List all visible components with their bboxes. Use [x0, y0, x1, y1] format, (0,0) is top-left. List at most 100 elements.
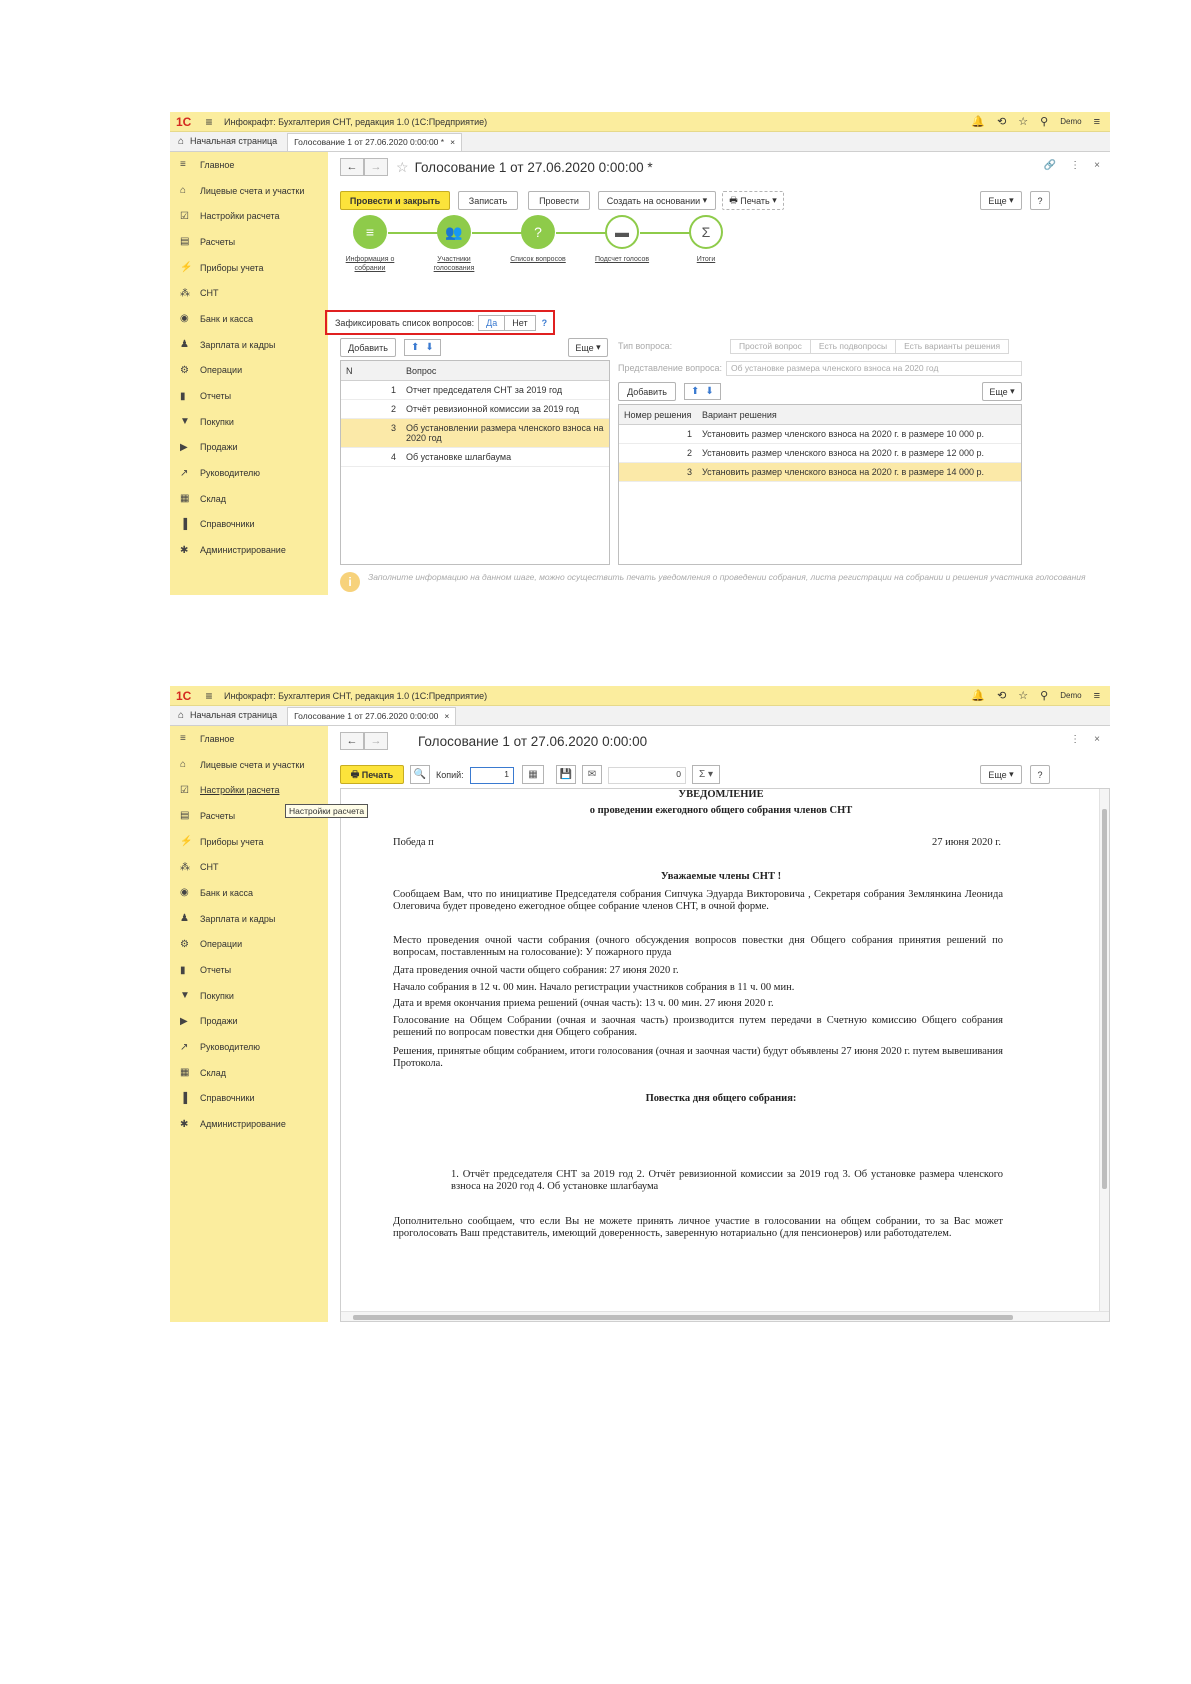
question-repr-field[interactable]: Об установке размера членского взноса на…: [726, 361, 1022, 376]
table-row-selected[interactable]: 3 Об установлении размера членского взнос…: [341, 419, 609, 448]
sidebar-item-operations[interactable]: ⚙ Операции: [170, 358, 328, 384]
sidebar-item-salary[interactable]: ♟ Зарплата и кадры: [170, 332, 328, 358]
send-email-icon[interactable]: ✉: [582, 765, 602, 784]
more-vertical-icon[interactable]: ⋮: [1070, 160, 1080, 171]
arrow-down-icon[interactable]: ⬇: [425, 342, 433, 353]
star-icon[interactable]: ☆: [1018, 689, 1028, 702]
help-button[interactable]: ?: [1030, 765, 1050, 784]
create-based-on-button[interactable]: Создать на основании ▾: [598, 191, 716, 210]
column-header-question[interactable]: Вопрос: [401, 362, 609, 380]
step-meeting-info[interactable]: ≡ Информация о собрании: [340, 215, 400, 273]
bell-icon[interactable]: 🔔: [971, 689, 985, 702]
sidebar-item-calc-settings[interactable]: ☑ Настройки расчета: [170, 777, 328, 803]
sidebar-item-meters[interactable]: ⚡ Приборы учета: [170, 255, 328, 281]
step-questions[interactable]: ? Список вопросов: [508, 215, 568, 264]
help-button[interactable]: ?: [1030, 191, 1050, 210]
sidebar-item-main[interactable]: ≡ Главное: [170, 152, 328, 178]
horizontal-scrollbar[interactable]: [341, 1311, 1109, 1321]
sidebar-item-reports[interactable]: ▮ Отчеты: [170, 957, 328, 983]
settings-menu-icon[interactable]: ≡: [1094, 116, 1100, 128]
column-header-n[interactable]: N: [341, 362, 401, 380]
back-button[interactable]: ←: [340, 158, 364, 176]
sidebar-item-purchases[interactable]: ▼ Покупки: [170, 409, 328, 435]
sidebar-item-snt[interactable]: ⁂ СНТ: [170, 854, 328, 880]
yes-option[interactable]: Да: [479, 315, 506, 330]
preview-icon[interactable]: 🔍: [410, 765, 430, 784]
back-button[interactable]: ←: [340, 732, 364, 750]
arrow-down-icon[interactable]: ⬇: [705, 386, 713, 397]
sidebar-item-warehouse[interactable]: ▦ Склад: [170, 1060, 328, 1086]
table-row-selected[interactable]: 3 Установить размер членского взноса на 2…: [619, 463, 1021, 482]
post-and-close-button[interactable]: Провести и закрыть: [340, 191, 450, 210]
table-row[interactable]: 1 Установить размер членского взноса на 2…: [619, 425, 1021, 444]
column-header-variant[interactable]: Вариант решения: [697, 406, 1021, 424]
favorite-star-icon[interactable]: ☆: [396, 159, 409, 176]
step-vote-count[interactable]: ▬ Подсчет голосов: [592, 215, 652, 264]
save-icon[interactable]: 💾: [556, 765, 576, 784]
forward-button[interactable]: →: [364, 158, 388, 176]
user-name[interactable]: Demo: [1060, 691, 1081, 700]
sidebar-item-manager[interactable]: ↗ Руководителю: [170, 1034, 328, 1060]
tab-home[interactable]: ⌂ Начальная страница: [170, 705, 287, 725]
tab-document[interactable]: Голосование 1 от 27.06.2020 0:00:00 * ×: [287, 133, 463, 151]
help-icon[interactable]: ?: [542, 318, 548, 328]
sidebar-item-reports[interactable]: ▮ Отчеты: [170, 383, 328, 409]
close-tab-icon[interactable]: ×: [450, 137, 455, 151]
user-name[interactable]: Demo: [1060, 117, 1081, 126]
table-row[interactable]: 2 Отчёт ревизионной комиссии за 2019 год: [341, 400, 609, 419]
scroll-thumb[interactable]: [353, 1315, 1013, 1320]
sidebar-item-admin[interactable]: ✱ Администрирование: [170, 1111, 328, 1137]
sidebar-item-catalogs[interactable]: ▐ Справочники: [170, 512, 328, 538]
close-tab-icon[interactable]: ×: [444, 711, 449, 725]
close-icon[interactable]: ×: [1094, 734, 1100, 745]
sidebar-item-purchases[interactable]: ▼ Покупки: [170, 983, 328, 1009]
sidebar-item-catalogs[interactable]: ▐ Справочники: [170, 1086, 328, 1112]
add-question-button[interactable]: Добавить: [340, 338, 396, 357]
table-row[interactable]: 2 Установить размер членского взноса на 2…: [619, 444, 1021, 463]
sidebar-item-meters[interactable]: ⚡ Приборы учета: [170, 829, 328, 855]
table-row[interactable]: 4 Об установке шлагбаума: [341, 448, 609, 467]
table-row[interactable]: 1 Отчет председателя СНТ за 2019 год: [341, 381, 609, 400]
sidebar-item-snt[interactable]: ⁂ СНТ: [170, 280, 328, 306]
print-button[interactable]: 🖶 Печать: [340, 765, 404, 784]
close-icon[interactable]: ×: [1094, 160, 1100, 171]
sidebar-item-bank[interactable]: ◉ Банк и касса: [170, 880, 328, 906]
sidebar-item-sales[interactable]: ▶ Продажи: [170, 435, 328, 461]
type-simple-option[interactable]: Простой вопрос: [731, 340, 811, 353]
arrow-up-icon[interactable]: ⬆: [691, 386, 699, 397]
more-right-button[interactable]: Еще ▾: [982, 382, 1022, 401]
sidebar-item-manager[interactable]: ↗ Руководителю: [170, 460, 328, 486]
menu-icon[interactable]: ≡: [198, 689, 220, 703]
forward-button[interactable]: →: [364, 732, 388, 750]
more-button[interactable]: Еще ▾: [980, 191, 1022, 210]
post-button[interactable]: Провести: [528, 191, 590, 210]
type-variants-option[interactable]: Есть варианты решения: [896, 340, 1008, 353]
sum-field[interactable]: 0: [608, 767, 686, 784]
sidebar-item-operations[interactable]: ⚙ Операции: [170, 932, 328, 958]
menu-icon[interactable]: ≡: [198, 115, 220, 129]
tab-document[interactable]: Голосование 1 от 27.06.2020 0:00:00 ×: [287, 707, 457, 725]
sidebar-item-calculations[interactable]: ▤ Расчеты: [170, 229, 328, 255]
sidebar-item-warehouse[interactable]: ▦ Склад: [170, 486, 328, 512]
sigma-dropdown[interactable]: Σ ▾: [692, 765, 720, 784]
sidebar-item-accounts[interactable]: ⌂ Лицевые счета и участки: [170, 178, 328, 204]
sidebar-item-salary[interactable]: ♟ Зарплата и кадры: [170, 906, 328, 932]
no-option[interactable]: Нет: [505, 316, 534, 330]
write-button[interactable]: Записать: [458, 191, 518, 210]
column-header-number[interactable]: Номер решения: [619, 406, 697, 424]
history-icon[interactable]: ⟲: [997, 115, 1006, 128]
search-icon[interactable]: ⚲: [1040, 115, 1048, 128]
more-button[interactable]: Еще ▾: [980, 765, 1022, 784]
history-icon[interactable]: ⟲: [997, 689, 1006, 702]
add-variant-button[interactable]: Добавить: [618, 382, 676, 401]
spreadsheet-document[interactable]: УВЕДОМЛЕНИЕ о проведении ежегодного обще…: [340, 788, 1110, 1322]
sidebar-item-accounts[interactable]: ⌂ Лицевые счета и участки: [170, 752, 328, 778]
step-results[interactable]: Σ Итоги: [676, 215, 736, 264]
sidebar-item-main[interactable]: ≡ Главное: [170, 726, 328, 752]
more-vertical-icon[interactable]: ⋮: [1070, 734, 1080, 745]
vertical-scrollbar[interactable]: [1099, 789, 1109, 1321]
search-icon[interactable]: ⚲: [1040, 689, 1048, 702]
type-subquestions-option[interactable]: Есть подвопросы: [811, 340, 897, 353]
more-left-button[interactable]: Еще ▾: [568, 338, 608, 357]
sidebar-item-sales[interactable]: ▶ Продажи: [170, 1009, 328, 1035]
